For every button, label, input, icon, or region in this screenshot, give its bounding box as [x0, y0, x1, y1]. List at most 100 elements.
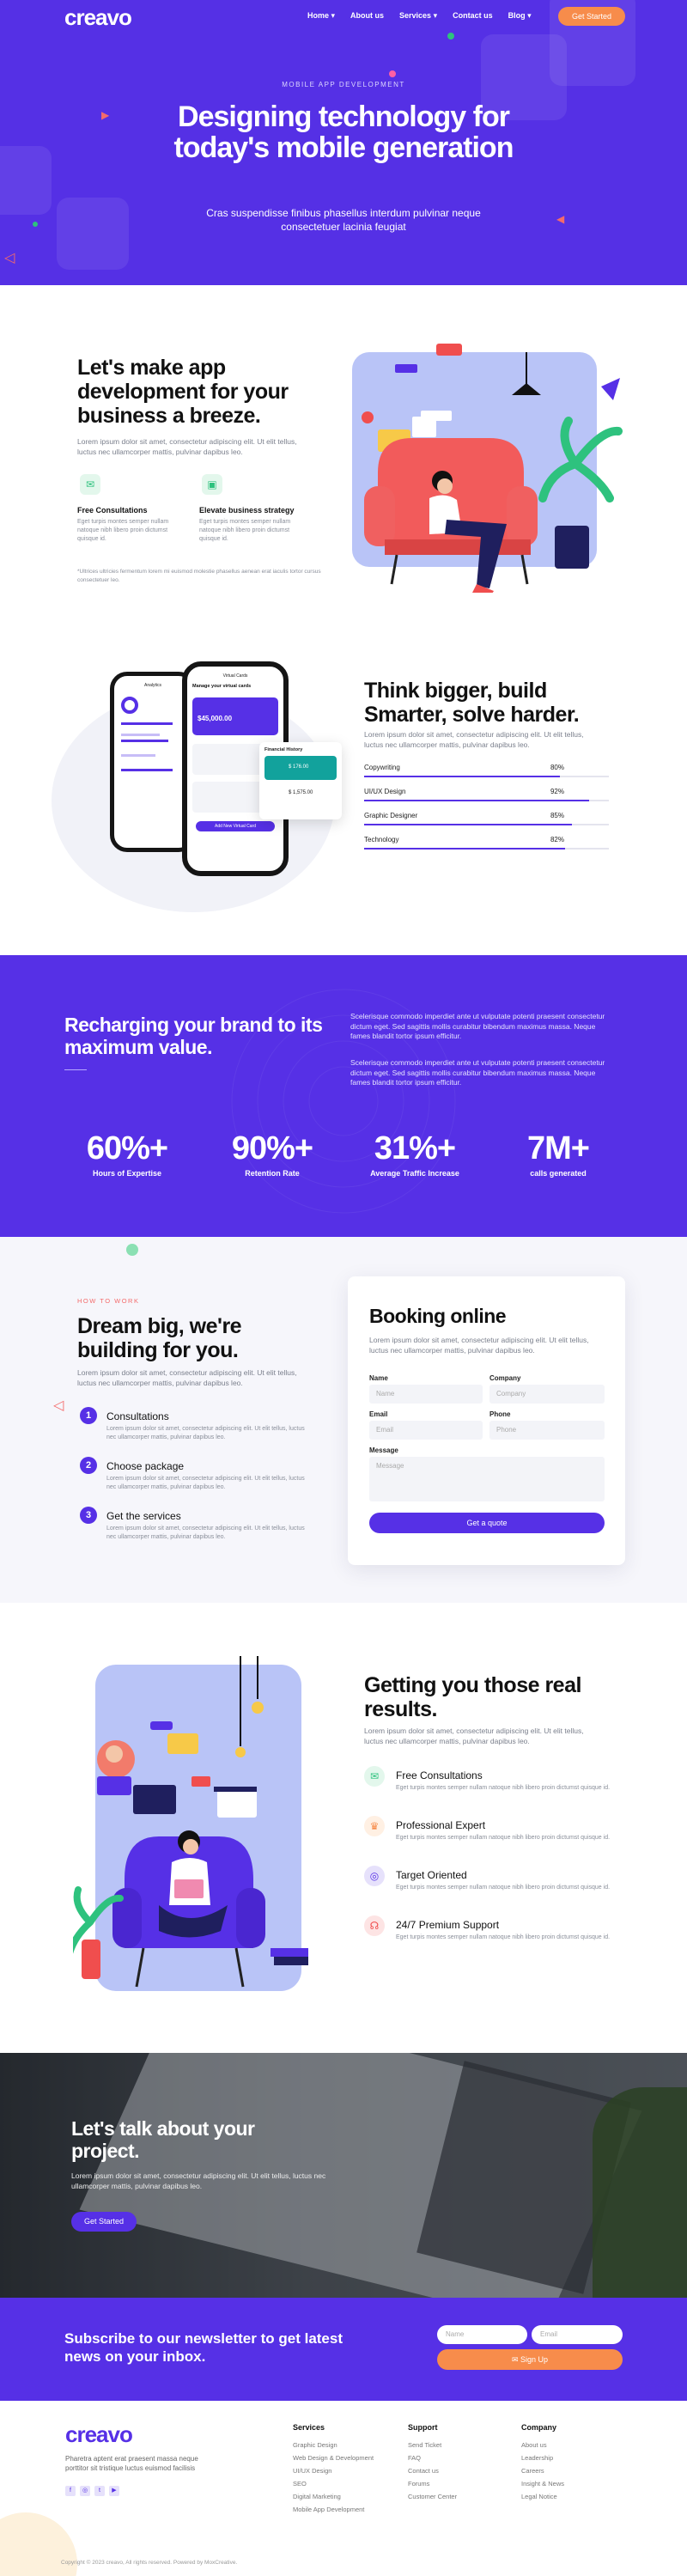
how-title: Dream big, we're building for you. [77, 1314, 242, 1362]
skill-label: UI/UX Design [364, 788, 406, 795]
footer-link[interactable]: Leadership [521, 2451, 564, 2464]
step-text: Lorem ipsum dolor sit amet, consectetur … [106, 1476, 305, 1490]
dot-decor [33, 222, 38, 227]
footer-column-title: Company [521, 2423, 557, 2432]
intro-title: Let's make app development for your busi… [77, 356, 289, 428]
footer-link[interactable]: About us [521, 2439, 564, 2451]
feature-title: Free Consultations [77, 506, 148, 515]
how-eyebrow: HOW TO WORK [77, 1297, 140, 1305]
email-label: Email [369, 1410, 388, 1418]
email-input[interactable]: Email [369, 1421, 483, 1440]
skill-technology: Technology 82% [364, 836, 609, 850]
booking-text: Lorem ipsum dolor sit amet, consectetur … [369, 1336, 589, 1355]
footer-column-support: Support Send Ticket FAQ Contact us Forum… [408, 2423, 457, 2503]
title-underline [64, 1069, 87, 1070]
intro-section: Let's make app development for your busi… [0, 285, 687, 629]
nav-link-home[interactable]: Home ▾ [307, 11, 335, 21]
crown-icon: ♛ [364, 1816, 385, 1836]
name-input[interactable]: Name [369, 1385, 483, 1404]
skill-value: 92% [550, 788, 564, 795]
woman-on-sofa-illustration [352, 344, 623, 593]
result-title: Target Oriented [396, 1869, 467, 1881]
feature-title: Elevate business strategy [199, 506, 295, 515]
strategy-icon: ▣ [202, 474, 222, 495]
stat-traffic: 31%+ Average Traffic Increase [350, 1130, 479, 1178]
consultation-icon: ✉ [364, 1766, 385, 1787]
phone-input[interactable]: Phone [489, 1421, 605, 1440]
phone-screen-title: Analytics [143, 683, 161, 688]
stat-number: 7M+ [527, 1130, 590, 1166]
footer-link[interactable]: Web Design & Development [293, 2451, 374, 2464]
progress-bar [121, 734, 160, 736]
nav-link-services[interactable]: Services ▾ [399, 11, 437, 21]
get-quote-button[interactable]: Get a quote [369, 1513, 605, 1533]
talk-get-started-button[interactable]: Get Started [71, 2212, 137, 2232]
footer-link[interactable]: Customer Center [408, 2490, 457, 2503]
footer-link[interactable]: UI/UX Design [293, 2464, 374, 2477]
footer-link[interactable]: Insight & News [521, 2477, 564, 2490]
brand-paragraph: Scelerisque commodo imperdiet ante ut vu… [350, 1058, 605, 1087]
progress-bar [121, 754, 155, 757]
brand-stats-section: Recharging your brand to its maximum val… [0, 955, 687, 1237]
footer-link[interactable]: Mobile App Development [293, 2503, 374, 2516]
facebook-icon[interactable]: f [65, 2486, 76, 2496]
skill-value: 82% [550, 836, 564, 843]
footer-link[interactable]: Send Ticket [408, 2439, 457, 2451]
add-card-button: Add New Virtual Card [196, 821, 275, 831]
footer-link[interactable]: Graphic Design [293, 2439, 374, 2451]
footer-link[interactable]: Forums [408, 2477, 457, 2490]
chart-ring-icon [121, 697, 138, 714]
newsletter-name-input[interactable]: Name [437, 2325, 527, 2344]
nav-link-blog[interactable]: Blog ▾ [508, 11, 532, 21]
company-input[interactable]: Company [489, 1385, 605, 1404]
hero-subtitle: Cras suspendisse finibus phasellus inter… [206, 207, 481, 233]
intro-text: Lorem ipsum dolor sit amet, consectetur … [77, 437, 297, 456]
site-logo[interactable]: creavo [64, 4, 132, 31]
nav-link-about[interactable]: About us [350, 11, 384, 21]
footer-tagline: Pharetra aptent erat praesent massa nequ… [65, 2455, 198, 2472]
step-text: Lorem ipsum dolor sit amet, consectetur … [106, 1426, 305, 1440]
skill-bar [364, 824, 573, 825]
footer-link[interactable]: Contact us [408, 2464, 457, 2477]
site-footer: creavo Pharetra aptent erat praesent mas… [0, 2401, 687, 2576]
results-text: Lorem ipsum dolor sit amet, consectetur … [364, 1726, 584, 1745]
dot-decor [389, 70, 396, 77]
sign-up-button[interactable]: ✉ Sign Up [437, 2349, 623, 2370]
stat-expertise: 60%+ Hours of Expertise [63, 1130, 192, 1178]
stat-label: Retention Rate [245, 1169, 300, 1178]
cta-photo-section: Let's talk about your project. Lorem ips… [0, 2053, 687, 2298]
triangle-decor-icon: ◁ [53, 1398, 64, 1413]
footer-logo[interactable]: creavo [65, 2421, 133, 2448]
skill-label: Graphic Designer [364, 812, 418, 819]
footer-link[interactable]: Careers [521, 2464, 564, 2477]
footer-link[interactable]: Legal Notice [521, 2490, 564, 2503]
get-started-button[interactable]: Get Started [558, 7, 625, 26]
twitter-icon[interactable]: t [94, 2486, 105, 2496]
result-text: Eget turpis montes semper nullam natoque… [396, 1885, 611, 1891]
results-section: Getting you those real results. Lorem ip… [0, 1603, 687, 2053]
skill-copywriting: Copywriting 80% [364, 764, 609, 777]
instagram-icon[interactable]: ◎ [80, 2486, 90, 2496]
feature-text: Eget turpis montes semper nullam natoque… [199, 519, 291, 542]
footer-link[interactable]: Digital Marketing [293, 2490, 374, 2503]
footer-link[interactable]: FAQ [408, 2451, 457, 2464]
headset-icon: ☊ [364, 1915, 385, 1936]
footer-link[interactable]: SEO [293, 2477, 374, 2490]
booking-title: Booking online [369, 1305, 507, 1327]
youtube-icon[interactable]: ▶ [109, 2486, 119, 2496]
skill-label: Technology [364, 836, 399, 843]
stat-number: 31%+ [374, 1130, 456, 1166]
financial-amount: $ 1,575.00 [289, 790, 313, 795]
step-title: Consultations [106, 1410, 169, 1422]
man-on-chair-illustration [73, 1656, 308, 1991]
message-textarea[interactable]: Message [369, 1457, 605, 1501]
decor-square [0, 146, 52, 215]
nav-link-contact[interactable]: Contact us [453, 11, 493, 21]
stat-retention: 90%+ Retention Rate [208, 1130, 337, 1178]
newsletter-title: Subscribe to our newsletter to get lates… [64, 2330, 344, 2365]
skill-uiux: UI/UX Design 92% [364, 788, 609, 801]
financial-history-card: Financial History $ 176.00 $ 1,575.00 [259, 742, 342, 819]
financial-amount: $ 176.00 [264, 756, 337, 780]
newsletter-email-input[interactable]: Email [532, 2325, 623, 2344]
skill-value: 85% [550, 812, 564, 819]
